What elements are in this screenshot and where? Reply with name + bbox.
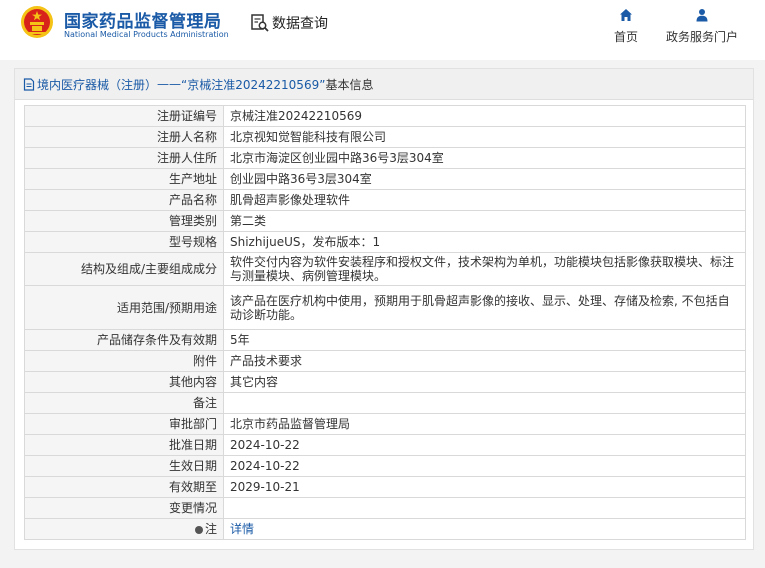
- table-row: 生产地址 创业园中路36号3层304室: [24, 168, 746, 190]
- row-label: 适用范围/预期用途: [24, 285, 224, 330]
- row-label: 生效日期: [24, 455, 224, 477]
- nav-home-link[interactable]: 首页: [608, 8, 644, 45]
- details-link[interactable]: 详情: [230, 522, 254, 536]
- row-label: 型号规格: [24, 231, 224, 253]
- row-label: 注册证编号: [24, 105, 224, 127]
- row-value: 北京视知觉智能科技有限公司: [223, 126, 746, 148]
- document-icon: [23, 77, 35, 91]
- user-icon: [696, 9, 708, 22]
- table-row: 产品储存条件及有效期 5年: [24, 329, 746, 351]
- table-row: 注册人名称 北京视知觉智能科技有限公司: [24, 126, 746, 148]
- table-row: 审批部门 北京市药品监督管理局: [24, 413, 746, 435]
- row-value: 第二类: [223, 210, 746, 232]
- table-row: 结构及组成/主要组成成分 软件交付内容为软件安装程序和授权文件，技术架构为单机，功…: [24, 252, 746, 286]
- row-label: 产品储存条件及有效期: [24, 329, 224, 351]
- table-row: 产品名称 肌骨超声影像处理软件: [24, 189, 746, 211]
- table-row: 变更情况: [24, 497, 746, 519]
- row-label: 附件: [24, 350, 224, 372]
- row-label: 批准日期: [24, 434, 224, 456]
- row-label: 产品名称: [24, 189, 224, 211]
- title-dash: ——: [157, 77, 182, 91]
- site-title: 国家药品监督管理局: [64, 12, 222, 32]
- row-label: 变更情况: [24, 497, 224, 519]
- national-emblem-icon: [21, 6, 53, 38]
- row-label-note: 注: [24, 518, 224, 540]
- row-label: 管理类别: [24, 210, 224, 232]
- row-value: 2029-10-21: [223, 476, 746, 498]
- row-value: 5年: [223, 329, 746, 351]
- site-subtitle: National Medical Products Administration: [64, 30, 229, 39]
- row-value: 软件交付内容为软件安装程序和授权文件，技术架构为单机，功能模块包括影像获取模块、…: [223, 252, 746, 286]
- row-label: 结构及组成/主要组成成分: [24, 252, 224, 286]
- nav-service-label: 政务服务门户: [665, 30, 738, 44]
- panel-title: 境内医疗器械（注册） —— “京械注准20242210569” 基本信息: [15, 69, 753, 100]
- note-label: 注: [204, 522, 217, 536]
- row-value: 2024-10-22: [223, 455, 746, 477]
- table-row: 型号规格 ShizhijueUS，发布版本：1: [24, 231, 746, 253]
- info-dot-icon: [194, 526, 203, 534]
- data-query-link[interactable]: 数据查询: [250, 12, 328, 34]
- row-value: 创业园中路36号3层304室: [223, 168, 746, 190]
- row-value: 产品技术要求: [223, 350, 746, 372]
- row-label: 注册人名称: [24, 126, 224, 148]
- row-value: 该产品在医疗机构中使用，预期用于肌骨超声影像的接收、显示、处理、存储及检索, 不…: [223, 285, 746, 330]
- table-row: 其他内容 其它内容: [24, 371, 746, 393]
- row-value: 肌骨超声影像处理软件: [223, 189, 746, 211]
- detail-panel: 境内医疗器械（注册） —— “京械注准20242210569” 基本信息 注册证…: [14, 68, 754, 550]
- table-row: 生效日期 2024-10-22: [24, 455, 746, 477]
- table-row: 批准日期 2024-10-22: [24, 434, 746, 456]
- detail-table: 注册证编号 京械注准20242210569 注册人名称 北京视知觉智能科技有限公司 …: [24, 105, 746, 540]
- row-label: 生产地址: [24, 168, 224, 190]
- table-row: 注 详情: [24, 518, 746, 540]
- row-value: [223, 497, 746, 519]
- table-row: 适用范围/预期用途 该产品在医疗机构中使用，预期用于肌骨超声影像的接收、显示、处理…: [24, 285, 746, 330]
- table-row: 备注: [24, 392, 746, 414]
- row-value: 其它内容: [223, 371, 746, 393]
- row-value: 2024-10-22: [223, 434, 746, 456]
- site-header: 国家药品监督管理局 National Medical Products Admi…: [0, 0, 765, 60]
- title-record-number: “京械注准20242210569”: [181, 77, 326, 92]
- row-label: 审批部门: [24, 413, 224, 435]
- table-row: 有效期至 2029-10-21: [24, 476, 746, 498]
- row-value: 京械注准20242210569: [223, 105, 746, 127]
- row-label: 注册人住所: [24, 147, 224, 169]
- nav-home-label: 首页: [613, 30, 638, 44]
- row-value: 北京市海淀区创业园中路36号3层304室: [223, 147, 746, 169]
- row-label: 其他内容: [24, 371, 224, 393]
- table-row: 注册人住所 北京市海淀区创业园中路36号3层304室: [24, 147, 746, 169]
- row-value: [223, 392, 746, 414]
- document-search-icon: [251, 14, 269, 32]
- row-label: 备注: [24, 392, 224, 414]
- title-suffix: 基本信息: [325, 77, 374, 92]
- table-row: 附件 产品技术要求: [24, 350, 746, 372]
- data-query-label: 数据查询: [272, 16, 328, 32]
- row-value: 北京市药品监督管理局: [223, 413, 746, 435]
- title-category: 境内医疗器械（注册）: [37, 77, 158, 92]
- table-row: 注册证编号 京械注准20242210569: [24, 105, 746, 127]
- nav-service-portal-link[interactable]: 政务服务门户: [660, 8, 744, 45]
- row-label: 有效期至: [24, 476, 224, 498]
- row-value: ShizhijueUS，发布版本：1: [223, 231, 746, 253]
- home-icon: [620, 9, 632, 21]
- table-row: 管理类别 第二类: [24, 210, 746, 232]
- row-value: 详情: [223, 518, 746, 540]
